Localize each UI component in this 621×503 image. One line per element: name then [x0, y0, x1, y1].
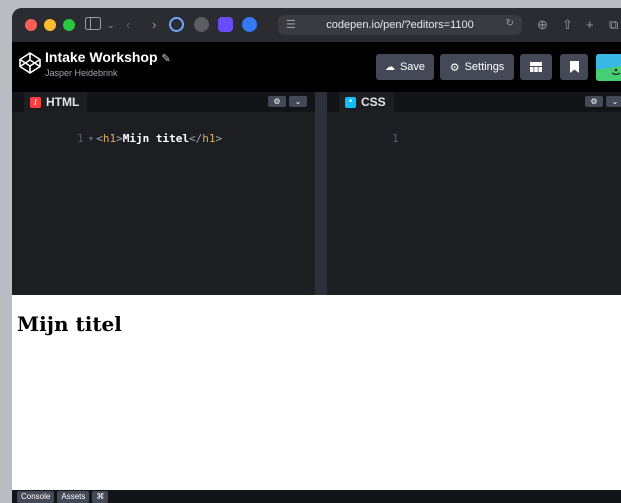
- reload-icon[interactable]: ↻: [506, 18, 514, 29]
- code-token: h1: [202, 132, 216, 145]
- html-editor-pane[interactable]: / HTML ⚙ ⌄ 1 ▾ <h1>Mijn titel</h1>: [12, 92, 315, 295]
- change-view-button[interactable]: [520, 54, 552, 80]
- save-button-label: Save: [399, 61, 426, 73]
- fold-icon[interactable]: ▾: [88, 132, 95, 145]
- bookmark-icon: [569, 61, 579, 73]
- html-tab-strip: / HTML ⚙ ⌄: [12, 92, 315, 112]
- share-icon[interactable]: ⇧: [562, 17, 573, 33]
- page-settings-icon[interactable]: ☰: [286, 18, 296, 31]
- settings-button-label: Settings: [464, 61, 505, 73]
- close-window-button[interactable]: [25, 19, 37, 31]
- css-tab-strip: * CSS ⚙ ⌄: [327, 92, 621, 112]
- result-preview: Mijn titel: [12, 295, 621, 490]
- code-line[interactable]: 1 ▾ <h1>Mijn titel</h1>: [24, 119, 222, 158]
- browser-window: ⌄ ‹ › ☰ codepen.io/pen/?editors=1100 ↻ ⊕…: [12, 8, 621, 503]
- avatar[interactable]: [596, 54, 621, 81]
- avatar-image: [596, 54, 621, 81]
- tabs-icon[interactable]: ⧉: [609, 17, 618, 33]
- tab-css[interactable]: * CSS: [339, 92, 394, 112]
- code-token: >: [116, 132, 123, 145]
- code-token: Mijn titel: [122, 132, 189, 145]
- extension-icon[interactable]: [242, 17, 257, 32]
- code-token: </: [188, 132, 203, 145]
- gear-icon: ⚙: [449, 61, 460, 74]
- layout-icon: [530, 62, 542, 72]
- code-token: >: [215, 132, 223, 145]
- codepen-header: Intake Workshop ✎ Jasper Heidebrink ☁ Sav…: [12, 42, 621, 92]
- css-editor-pane[interactable]: * CSS ⚙ ⌄ 1: [327, 92, 621, 295]
- css-badge-icon: *: [345, 96, 356, 108]
- shortcuts-button[interactable]: ⌘: [92, 490, 109, 503]
- pen-author[interactable]: Jasper Heidebrink: [45, 68, 118, 78]
- html-pane-controls: ⚙ ⌄: [268, 96, 307, 107]
- sidebar-icon[interactable]: [85, 17, 101, 34]
- pen-title[interactable]: Intake Workshop ✎: [45, 49, 171, 65]
- editors-area: / HTML ⚙ ⌄ 1▾<h1>Mijn titel</h1> * CSS: [12, 92, 621, 306]
- cloud-icon: ☁: [384, 61, 395, 73]
- code-line[interactable]: 1: [339, 119, 403, 158]
- code-token: h1: [102, 132, 117, 145]
- pen-title-text: Intake Workshop: [45, 49, 158, 65]
- extension-icon[interactable]: [218, 17, 233, 32]
- minimize-window-button[interactable]: [44, 19, 56, 31]
- preview-heading: Mijn titel: [17, 312, 122, 336]
- code-token: <: [96, 132, 103, 145]
- assets-button[interactable]: Assets: [57, 490, 90, 503]
- editor-resizer[interactable]: [315, 92, 327, 295]
- back-icon[interactable]: ‹: [126, 17, 130, 33]
- traffic-lights: [25, 19, 75, 31]
- safari-toolbar: ⌄ ‹ › ☰ codepen.io/pen/?editors=1100 ↻ ⊕…: [12, 8, 621, 42]
- bookmark-button[interactable]: [560, 54, 588, 80]
- tab-css-label: CSS: [361, 95, 386, 109]
- download-icon[interactable]: ⊕: [537, 17, 548, 33]
- css-settings-button[interactable]: ⚙: [585, 96, 603, 107]
- html-collapse-button[interactable]: ⌄: [289, 96, 307, 107]
- console-button[interactable]: Console: [17, 490, 55, 503]
- address-bar[interactable]: ☰ codepen.io/pen/?editors=1100 ↻: [278, 15, 522, 35]
- css-collapse-button[interactable]: ⌄: [606, 96, 621, 107]
- save-button[interactable]: ☁ Save: [376, 54, 434, 80]
- css-pane-controls: ⚙ ⌄: [585, 96, 621, 107]
- tab-html[interactable]: / HTML: [24, 92, 88, 112]
- extension-icon[interactable]: [169, 17, 184, 32]
- new-tab-icon[interactable]: +: [586, 17, 594, 33]
- html-settings-button[interactable]: ⚙: [268, 96, 286, 107]
- codepen-logo-icon[interactable]: [18, 51, 42, 75]
- forward-icon[interactable]: ›: [152, 17, 156, 33]
- extension-icon[interactable]: [194, 17, 209, 32]
- html-badge-icon: /: [30, 96, 41, 108]
- settings-button[interactable]: ⚙ Settings: [440, 54, 514, 80]
- address-url: codepen.io/pen/?editors=1100: [326, 19, 474, 31]
- tab-html-label: HTML: [46, 95, 80, 109]
- bottom-bar: Console Assets ⌘: [12, 490, 621, 503]
- zoom-window-button[interactable]: [63, 19, 75, 31]
- line-number: 1: [391, 132, 399, 145]
- chevron-down-icon[interactable]: ⌄: [107, 17, 115, 33]
- edit-title-icon[interactable]: ✎: [162, 53, 171, 65]
- line-number: 1: [76, 132, 84, 145]
